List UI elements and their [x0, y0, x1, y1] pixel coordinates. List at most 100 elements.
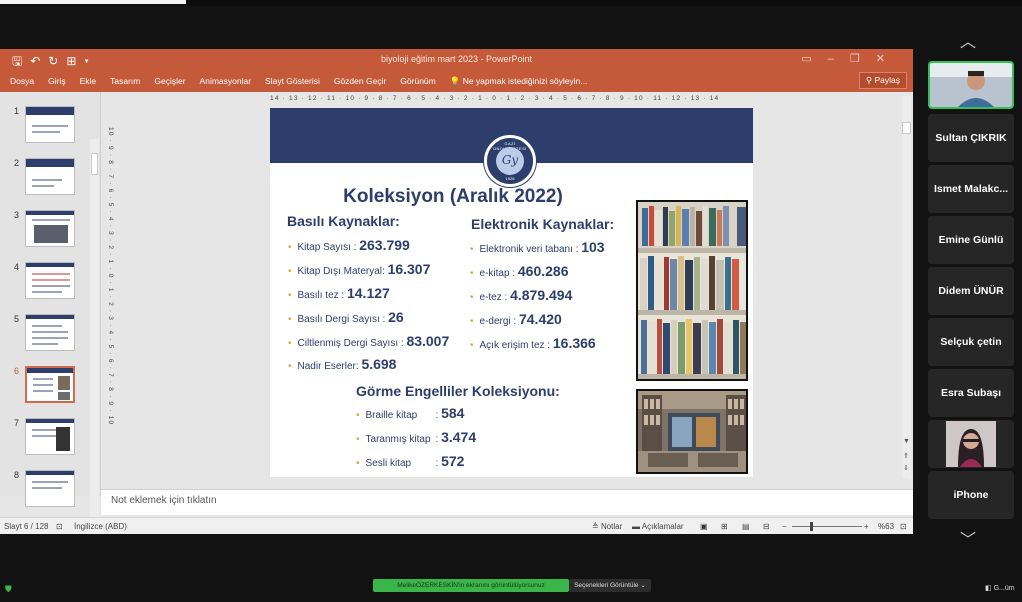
participant-tile[interactable]: iPhone [928, 471, 1014, 519]
participant-tile[interactable]: Emine Günlü [928, 216, 1014, 264]
notes-button[interactable]: ≜ Notlar [592, 522, 622, 531]
comments-button[interactable]: ▬ Açıklamalar [632, 522, 684, 531]
list-item: • Taranmış kitap: 3.474 [356, 429, 477, 445]
slide-thumbnail[interactable]: 3 [10, 210, 80, 250]
slide-scrollbar[interactable]: ▼ ⇑ ⇓ [902, 96, 911, 478]
slide-thumbnail[interactable]: 4 [10, 262, 80, 302]
scroll-down-icon[interactable]: ▼ [903, 438, 910, 445]
zoom-slider-handle[interactable] [810, 522, 813, 531]
person-icon: ⚲ [865, 75, 873, 85]
ribbon-tabs: Dosya Giriş Ekle Tasarım Geçişler Animas… [10, 76, 587, 87]
slide-number: 8 [14, 470, 20, 480]
slide-number: 6 [14, 366, 20, 376]
list-item: • Ciltlenmiş Dergi Sayısı : 83.007 [288, 333, 450, 349]
chevron-down-icon[interactable]: ﹀ [960, 526, 976, 550]
participant-tile[interactable]: Esra Subaşı [928, 369, 1014, 417]
printed-resources-heading: Basılı Kaynaklar: [287, 213, 400, 229]
window-title: biyoloji eğitim mart 2023 - PowerPoint [380, 54, 533, 64]
slide-thumbnail[interactable]: 5 [10, 314, 80, 354]
list-item: • Sesli kitap: 572 [356, 453, 465, 469]
slide-thumbnail[interactable]: 1 [10, 106, 80, 146]
screen-share-notice: MelikeÖZERKESKİN'in ekranını görüntülüyo… [373, 579, 569, 592]
participant-video-self[interactable] [928, 61, 1014, 109]
tab-slayt-gosterisi[interactable]: Slayt Gösterisi [265, 76, 320, 87]
slideshow-icon[interactable]: ⊟ [763, 522, 770, 531]
window-controls: ▭–❐✕ [801, 52, 901, 65]
zoom-out-icon[interactable]: − [782, 522, 787, 531]
slide-number: 5 [14, 314, 20, 324]
tab-ekle[interactable]: Ekle [80, 76, 97, 87]
participant-video-image [946, 421, 996, 467]
visually-impaired-heading: Görme Engelliler Koleksiyonu: [356, 383, 560, 399]
list-item: • Kitap Sayısı : 263.799 [288, 237, 410, 253]
slide-number: 7 [14, 418, 20, 428]
ribbon: Dosya Giriş Ekle Tasarım Geçişler Animas… [0, 70, 913, 92]
lightbulb-icon: 💡 [449, 76, 461, 86]
thumbnail-image [25, 366, 75, 403]
notes-icon: ≜ [592, 522, 599, 531]
slide-thumbnail[interactable]: 7 [10, 418, 80, 458]
participant-tile[interactable]: Ismet Malakc... [928, 165, 1014, 213]
tab-gozden-gecir[interactable]: Gözden Geçir [334, 76, 386, 87]
previous-slide-icon[interactable]: ⇑ [903, 452, 909, 460]
share-button[interactable]: ⚲ Paylaş [858, 72, 907, 89]
zoom-level[interactable]: %63 [878, 522, 894, 531]
zoom-meeting-window: 🖫↶↻⊞▾ biyoloji eğitim mart 2023 - PowerP… [0, 0, 1022, 602]
slide-number: 4 [14, 262, 20, 272]
scrollbar-thumb[interactable] [902, 122, 911, 134]
tab-gecisler[interactable]: Geçişler [154, 76, 185, 87]
tell-me-box[interactable]: 💡 Ne yapmak istediğinizi söyleyin... [450, 76, 588, 87]
notes-placeholder: Not eklemek için tıklatın [111, 495, 217, 506]
ribbon-display-icon[interactable]: ▭ [801, 53, 827, 65]
participant-tile[interactable]: Sultan ÇIKRIK [928, 114, 1014, 162]
title-bar: 🖫↶↻⊞▾ biyoloji eğitim mart 2023 - PowerP… [0, 49, 913, 70]
slide-thumbnail[interactable]: 8 [10, 470, 80, 510]
close-icon[interactable]: ✕ [876, 53, 901, 65]
university-seal-logo: GAZİ ÜNİVERSİTESİ Gy 1926 [484, 135, 536, 187]
participant-tile[interactable]: Selçuk çetin [928, 318, 1014, 366]
thumbnail-image [25, 418, 75, 455]
slide-thumbnail-selected[interactable]: 6 [10, 366, 80, 406]
library-interior-photo [636, 389, 748, 474]
thumbnail-image [25, 314, 75, 351]
thumbnail-scrollbar[interactable] [90, 139, 99, 534]
maximize-icon[interactable]: ❐ [850, 53, 876, 65]
reading-view-icon[interactable]: ▤ [742, 522, 750, 531]
list-item: • Braille kitap: 584 [356, 405, 465, 421]
list-item: • Basılı tez : 14.127 [288, 285, 390, 301]
slide-title: Koleksiyon (Aralık 2022) [343, 186, 563, 207]
minimize-icon[interactable]: – [828, 53, 850, 65]
view-mode-icon: ◧ [985, 585, 992, 592]
notes-pane[interactable]: Not eklemek için tıklatın [101, 489, 913, 515]
participant-video-tile[interactable] [928, 420, 1014, 468]
language-indicator[interactable]: İngilizce (ABD) [74, 522, 127, 531]
view-options-dropdown[interactable]: Seçenekleri Görüntüle ⌄ [569, 579, 651, 592]
seal-year: 1926 [505, 176, 515, 181]
comment-icon: ▬ [632, 522, 640, 531]
normal-view-icon[interactable]: ▣ [700, 522, 708, 531]
list-item: • e-dergi : 74.420 [470, 311, 562, 327]
tell-me-text: Ne yapmak istediğinizi söyleyin... [462, 76, 588, 86]
thumbnail-image [25, 106, 75, 143]
scrollbar-thumb[interactable] [91, 153, 98, 175]
zoom-in-icon[interactable]: + [864, 522, 869, 531]
spellcheck-icon[interactable]: ⊡ [56, 522, 63, 531]
zoom-slider[interactable] [792, 526, 862, 527]
slide-canvas[interactable]: GAZİ ÜNİVERSİTESİ Gy 1926 Koleksiyon (Ar… [270, 108, 753, 477]
fit-slide-icon[interactable]: ⊡ [900, 522, 907, 531]
view-mode-button[interactable]: ◧ G...üm [985, 584, 1015, 592]
slide-thumbnail[interactable]: 2 [10, 158, 80, 198]
slide-sorter-icon[interactable]: ⊞ [721, 522, 728, 531]
next-slide-icon[interactable]: ⇓ [903, 464, 909, 472]
list-item: • Açık erişim tez : 16.366 [470, 335, 596, 351]
tab-animasyonlar[interactable]: Animasyonlar [200, 76, 252, 87]
list-item: • Basılı Dergi Sayısı : 26 [288, 309, 404, 325]
thumbnail-image [25, 158, 75, 195]
tab-dosya[interactable]: Dosya [10, 76, 34, 87]
tab-tasarim[interactable]: Tasarım [110, 76, 140, 87]
security-shield-icon[interactable]: ⛊ [5, 584, 12, 595]
tab-gorunum[interactable]: Görünüm [400, 76, 435, 87]
tab-giris[interactable]: Giriş [48, 76, 65, 87]
participant-tile[interactable]: Didem ÜNÜR [928, 267, 1014, 315]
chevron-up-icon[interactable]: ︿ [960, 28, 976, 52]
